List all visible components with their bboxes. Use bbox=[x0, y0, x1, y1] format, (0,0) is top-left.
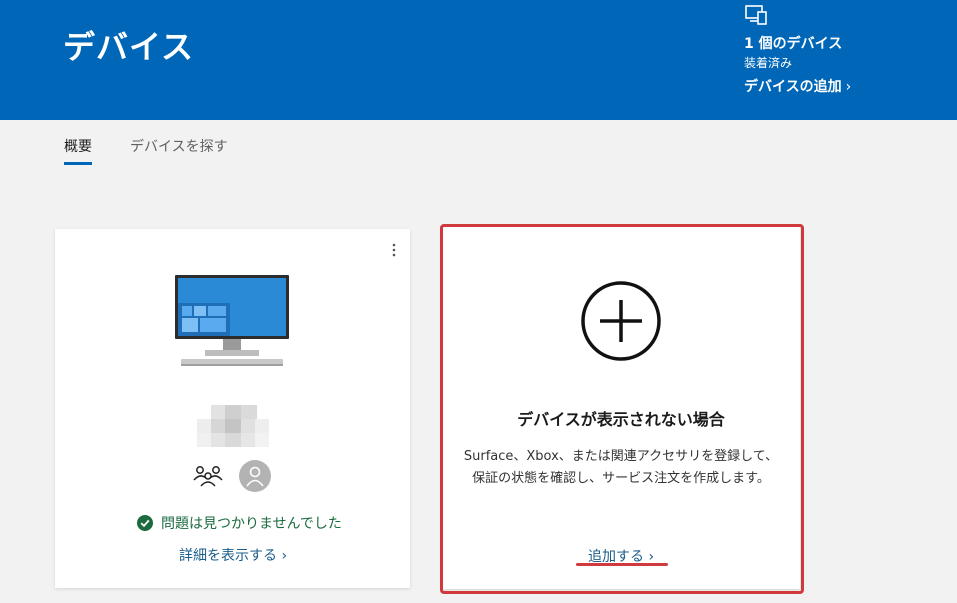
family-group-icon[interactable] bbox=[193, 465, 223, 487]
add-card-description-line2: 保証の状態を確認し、サービス注文を作成します。 bbox=[472, 471, 770, 486]
status-text: 問題は見つかりませんでした bbox=[161, 516, 342, 532]
header-device-summary: 1 個のデバイス 装着済み デバイスの追加 › bbox=[744, 4, 851, 95]
device-status-row: 問題は見つかりませんでした bbox=[137, 513, 342, 533]
check-circle-icon bbox=[137, 515, 153, 531]
device-status: 装着済み bbox=[744, 56, 793, 70]
chevron-right-icon: › bbox=[281, 548, 288, 564]
show-details-label: 詳細を表示する bbox=[179, 548, 277, 564]
add-device-label: デバイスの追加 bbox=[744, 79, 842, 95]
blurred-device-name bbox=[197, 405, 269, 449]
tab-overview[interactable]: 概要 bbox=[64, 136, 92, 165]
underline-annotation bbox=[576, 563, 668, 566]
desktop-monitor-icon bbox=[175, 275, 289, 366]
show-details-link[interactable]: 詳細を表示する › bbox=[179, 545, 287, 565]
device-count: 1 個のデバイス bbox=[744, 36, 843, 52]
plus-circle-icon[interactable] bbox=[580, 280, 662, 362]
person-icon bbox=[246, 466, 264, 487]
chevron-right-icon: › bbox=[845, 79, 852, 95]
page-header: デバイス 1 個のデバイス 装着済み デバイスの追加 › bbox=[0, 0, 957, 120]
add-device-card: デバイスが表示されない場合 Surface、Xbox、または関連アクセサリを登録… bbox=[442, 226, 800, 589]
devices-icon bbox=[745, 5, 767, 25]
tab-find-device[interactable]: デバイスを探す bbox=[130, 136, 228, 156]
add-device-link[interactable]: デバイスの追加 › bbox=[744, 76, 851, 96]
page-title: デバイス bbox=[63, 28, 195, 66]
add-card-description-line1: Surface、Xbox、または関連アクセサリを登録して、 bbox=[463, 449, 779, 464]
avatar[interactable] bbox=[239, 460, 271, 492]
more-options-icon[interactable] bbox=[389, 241, 399, 259]
device-card: 問題は見つかりませんでした 詳細を表示する › bbox=[55, 229, 410, 588]
add-card-title: デバイスが表示されない場合 bbox=[517, 410, 725, 429]
add-card-description: Surface、Xbox、または関連アクセサリを登録して、 保証の状態を確認し、… bbox=[442, 446, 800, 490]
